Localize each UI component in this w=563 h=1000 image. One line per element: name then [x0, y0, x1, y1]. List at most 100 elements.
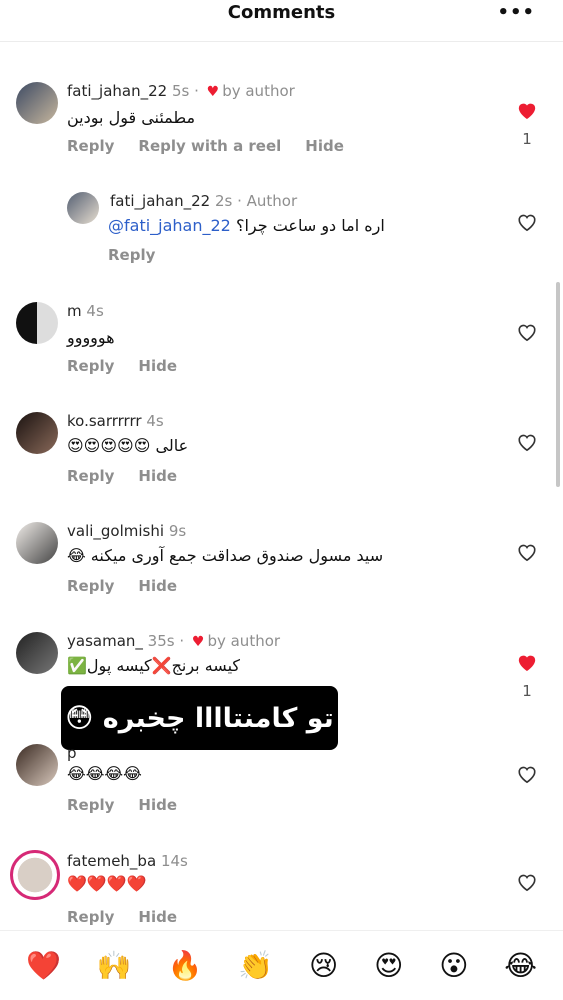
comment-text: سید مسول صندوق صداقت جمع آوری میکنه 😂 [67, 546, 384, 565]
comment-text: عالی 😍😍😍😍😍 [67, 436, 189, 455]
comment-body: اره اما دو ساعت چرا؟ [235, 216, 385, 235]
heart-outline-icon [518, 766, 536, 784]
timestamp: 5s [171, 82, 190, 100]
comment-actions: Reply Reply with a reel Hide [67, 137, 368, 155]
emoji-raised-hands[interactable]: 🙌 [97, 949, 132, 982]
reply-button[interactable]: Reply [67, 908, 114, 926]
author-heart-icon: ♥ [191, 634, 205, 650]
heart-outline-icon [518, 434, 536, 452]
avatar[interactable] [16, 302, 58, 344]
reply-button[interactable]: Reply [67, 577, 114, 595]
username[interactable]: fatemeh_ba [67, 852, 156, 870]
hide-button[interactable]: Hide [138, 357, 177, 375]
like-button[interactable]: 1 [515, 652, 539, 700]
hide-button[interactable]: Hide [138, 577, 177, 595]
emoji-heart-eyes[interactable]: 😍 [374, 949, 403, 982]
comment-text: مطمئنی قول بودین [67, 108, 196, 127]
timestamp: 2s [214, 192, 233, 210]
comment-item: fatemeh_ba 14s ❤️❤️❤️❤️ Reply Hide [0, 848, 563, 928]
like-button[interactable]: 1 [515, 100, 539, 148]
emoji-laughing[interactable]: 😂 [504, 949, 537, 982]
like-button[interactable] [515, 764, 539, 784]
heart-outline-icon [518, 874, 536, 892]
avatar[interactable] [16, 82, 58, 124]
username[interactable]: p [67, 744, 77, 762]
like-button[interactable] [515, 322, 539, 342]
comment-meta: ko.sarrrrrr 4s [67, 412, 164, 430]
scrollbar[interactable] [556, 282, 560, 487]
by-author-label: by author [207, 632, 281, 650]
username[interactable]: m [67, 302, 82, 320]
avatar[interactable] [16, 412, 58, 454]
like-count: 1 [522, 682, 532, 700]
emoji-clap[interactable]: 👏 [238, 949, 273, 982]
avatar[interactable] [67, 192, 99, 224]
hide-button[interactable]: Hide [138, 796, 177, 814]
comment-actions: Reply Hide [67, 796, 201, 814]
reply-button[interactable]: Reply [67, 467, 114, 485]
comment-meta: yasaman_ 35s · ♥ by author [67, 632, 281, 650]
hide-button[interactable]: Hide [305, 137, 344, 155]
like-button[interactable] [515, 872, 539, 892]
comment-item: vali_golmishi 9s سید مسول صندوق صداقت جم… [0, 518, 563, 596]
by-author-label: by author [222, 82, 295, 100]
like-button[interactable] [515, 212, 539, 232]
reply-item: fati_jahan_22 2s · Author @fati_jahan_22… [0, 188, 563, 264]
emoji-surprised[interactable]: 😮 [439, 949, 468, 982]
like-count: 1 [522, 130, 532, 148]
comment-item: ko.sarrrrrr 4s عالی 😍😍😍😍😍 Reply Hide [0, 408, 563, 486]
comment-meta: fatemeh_ba 14s [67, 852, 188, 870]
avatar[interactable] [16, 522, 58, 564]
emoji-heart[interactable]: ❤️ [26, 949, 61, 982]
avatar[interactable] [16, 744, 58, 786]
author-heart-icon: ♥ [206, 84, 220, 100]
comment-actions: Reply Hide [67, 908, 201, 926]
reply-button[interactable]: Reply [108, 246, 155, 264]
comment-actions: Reply Hide [67, 467, 201, 485]
more-horizontal-icon[interactable]: ••• [497, 2, 535, 23]
emoji-reaction-bar: ❤️ 🙌 🔥 👏 😢 😍 😮 😂 [0, 930, 563, 1000]
username[interactable]: fati_jahan_22 [110, 192, 210, 210]
username[interactable]: fati_jahan_22 [67, 82, 167, 100]
mention-link[interactable]: @fati_jahan_22 [108, 216, 231, 235]
comment-meta: m 4s [67, 302, 104, 320]
comments-header: Comments ••• [0, 0, 563, 42]
timestamp: 4s [146, 412, 164, 430]
emoji-crying[interactable]: 😢 [309, 949, 338, 982]
emoji-fire[interactable]: 🔥 [167, 949, 202, 982]
like-button[interactable] [515, 432, 539, 452]
comment-meta: vali_golmishi 9s [67, 522, 186, 540]
reply-button[interactable]: Reply [67, 137, 114, 155]
timestamp: 9s [168, 522, 187, 540]
username[interactable]: vali_golmishi [67, 522, 164, 540]
avatar[interactable] [10, 850, 60, 900]
heart-outline-icon [518, 214, 536, 232]
hide-button[interactable]: Hide [138, 908, 177, 926]
comment-item: m 4s هووووو Reply Hide [0, 298, 563, 376]
heart-outline-icon [518, 544, 536, 562]
heart-filled-icon [518, 655, 536, 672]
reply-with-reel-button[interactable]: Reply with a reel [138, 137, 281, 155]
timestamp: 4s [86, 302, 104, 320]
reply-button[interactable]: Reply [67, 796, 114, 814]
comment-text: 😂😂😂😂 [67, 764, 142, 783]
timestamp: 35s [147, 632, 175, 650]
comment-text: کیسه برنج❌کیسه پول✅ [67, 656, 241, 675]
reply-button[interactable]: Reply [67, 357, 114, 375]
heart-outline-icon [518, 324, 536, 342]
comment-actions: Reply Hide [67, 357, 201, 375]
avatar[interactable] [16, 632, 58, 674]
heart-filled-icon [518, 103, 536, 120]
hide-button[interactable]: Hide [138, 467, 177, 485]
username[interactable]: yasaman_ [67, 632, 143, 650]
like-button[interactable] [515, 542, 539, 562]
comment-meta: fati_jahan_22 2s · Author [110, 192, 298, 210]
comment-meta: fati_jahan_22 5s · ♥ by author [67, 82, 295, 100]
comment-text: ❤️❤️❤️❤️ [67, 874, 147, 893]
username[interactable]: ko.sarrrrrr [67, 412, 142, 430]
comment-actions: Reply Hide [67, 577, 201, 595]
page-title: Comments [227, 2, 336, 23]
timestamp: 14s [160, 852, 188, 870]
comment-text: @fati_jahan_22 اره اما دو ساعت چرا؟ [108, 216, 385, 235]
comment-meta: p [67, 744, 77, 762]
